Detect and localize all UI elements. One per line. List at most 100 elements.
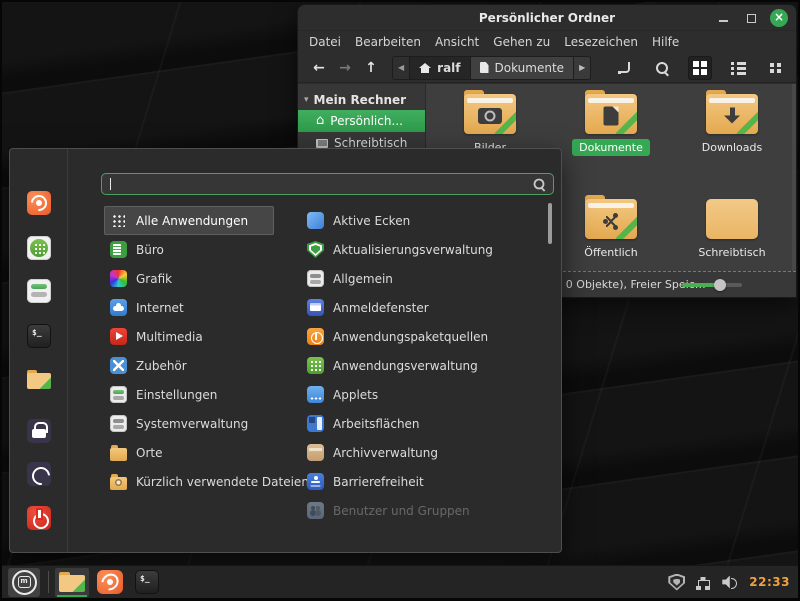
file-öffentlich[interactable]: Öffentlich <box>556 195 666 261</box>
category-einstellungen[interactable]: Einstellungen <box>104 380 274 409</box>
zoom-slider-knob[interactable] <box>714 279 726 291</box>
category-büro[interactable]: Büro <box>104 235 274 264</box>
file-manager-button[interactable] <box>27 366 51 390</box>
sidebar-item-home[interactable]: ⌂ Persönlich... <box>298 110 425 132</box>
category-label: Internet <box>136 301 184 315</box>
search-button[interactable] <box>650 56 674 80</box>
desktop: Persönlicher Ordner × DateiBearbeitenAns… <box>0 0 800 601</box>
file-schreibtisch[interactable]: Schreibtisch <box>677 195 787 261</box>
app-label: Anmeldefenster <box>333 301 429 315</box>
app-barrierefreiheit[interactable]: Barrierefreiheit <box>301 467 551 496</box>
clock[interactable]: 22:33 <box>749 575 790 589</box>
software-manager-app-icon <box>307 357 324 374</box>
compact-view-button[interactable] <box>764 56 788 80</box>
menubar-item-bearbeiten[interactable]: Bearbeiten <box>348 33 428 51</box>
desktop-icon <box>316 139 328 148</box>
titlebar[interactable]: Persönlicher Ordner × <box>298 5 796 31</box>
file-dokumente[interactable]: Dokumente <box>556 90 666 156</box>
forward-button[interactable]: → <box>332 60 358 76</box>
category-label: Kürzlich verwendete Dateien <box>136 475 309 489</box>
firefox-button[interactable] <box>27 191 51 215</box>
category-kürzlich-verwendete-dateien[interactable]: Kürzlich verwendete Dateien <box>104 467 274 496</box>
app-anmeldefenster[interactable]: Anmeldefenster <box>301 293 551 322</box>
breadcrumb-current[interactable]: Dokumente <box>471 57 575 79</box>
category-internet[interactable]: Internet <box>104 293 274 322</box>
app-label: Allgemein <box>333 272 393 286</box>
users-groups-icon <box>307 502 324 519</box>
app-aktualisierungsverwaltung[interactable]: Aktualisierungsverwaltung <box>301 235 551 264</box>
category-systemverwaltung[interactable]: Systemverwaltung <box>104 409 274 438</box>
app-archivverwaltung[interactable]: Archivverwaltung <box>301 438 551 467</box>
file-label: Öffentlich <box>577 244 644 261</box>
document-icon <box>480 62 489 73</box>
edit-location-button[interactable] <box>612 56 636 80</box>
breadcrumb-prev-button[interactable]: ◀ <box>393 57 410 79</box>
minimize-button[interactable] <box>714 9 732 27</box>
all-apps-icon <box>110 212 127 229</box>
folder-icon <box>464 94 516 134</box>
breadcrumb-home[interactable]: ralf <box>410 57 470 79</box>
maximize-button[interactable] <box>742 9 760 27</box>
category-multimedia[interactable]: Multimedia <box>104 322 274 351</box>
expander-icon[interactable]: ▾ <box>304 95 309 105</box>
category-alle-anwendungen[interactable]: Alle Anwendungen <box>104 206 274 235</box>
list-view-icon <box>731 61 746 74</box>
app-label: Arbeitsflächen <box>333 417 420 431</box>
menubar-item-datei[interactable]: Datei <box>302 33 348 51</box>
file-bilder[interactable]: Bilder <box>435 90 545 156</box>
taskbar-firefox-launcher[interactable] <box>93 568 127 597</box>
back-button[interactable]: ← <box>306 60 332 76</box>
app-anwendungspaketquellen[interactable]: Anwendungspaketquellen <box>301 322 551 351</box>
network-icon[interactable] <box>695 574 712 591</box>
menubar-item-hilfe[interactable]: Hilfe <box>645 33 686 51</box>
app-allgemein[interactable]: Allgemein <box>301 264 551 293</box>
app-applets[interactable]: Applets <box>301 380 551 409</box>
app-label: Archivverwaltung <box>333 446 438 460</box>
category-orte[interactable]: Orte <box>104 438 274 467</box>
home-icon <box>419 63 431 73</box>
app-label: Anwendungspaketquellen <box>333 330 488 344</box>
category-zubehör[interactable]: Zubehör <box>104 351 274 380</box>
up-button[interactable]: ↑ <box>358 60 384 76</box>
firefox-icon <box>97 570 123 594</box>
menubar-item-gehen-zu[interactable]: Gehen zu <box>486 33 557 51</box>
menu-search-input[interactable] <box>102 174 553 194</box>
file-downloads[interactable]: Downloads <box>677 90 787 156</box>
menubar-item-ansicht[interactable]: Ansicht <box>428 33 486 51</box>
update-manager-icon <box>307 241 324 258</box>
category-label: Orte <box>136 446 162 460</box>
search-icon <box>655 61 669 75</box>
category-label: Systemverwaltung <box>136 417 248 431</box>
app-arbeitsflächen[interactable]: Arbeitsflächen <box>301 409 551 438</box>
system-settings-button[interactable] <box>27 279 51 303</box>
icon-view-button[interactable] <box>688 56 712 80</box>
zoom-slider[interactable] <box>682 283 742 287</box>
breadcrumb-next-button[interactable]: ▶ <box>574 57 590 79</box>
list-view-button[interactable] <box>726 56 750 80</box>
office-icon <box>110 241 127 258</box>
sidebar-section-computer[interactable]: ▾ Mein Rechner <box>298 90 425 110</box>
shutdown-button[interactable] <box>27 506 51 530</box>
volume-icon[interactable] <box>722 574 739 591</box>
app-benutzer-und-gruppen[interactable]: Benutzer und Gruppen <box>301 496 551 525</box>
menubar: DateiBearbeitenAnsichtGehen zuLesezeiche… <box>298 31 796 53</box>
shield-icon[interactable] <box>668 574 685 591</box>
menu-button[interactable]: m <box>8 568 40 597</box>
app-anwendungsverwaltung[interactable]: Anwendungsverwaltung <box>301 351 551 380</box>
folder-icon <box>585 199 637 239</box>
accessories-icon <box>110 357 127 374</box>
taskbar-files-window[interactable] <box>55 568 89 597</box>
close-button[interactable]: × <box>770 9 788 27</box>
edit-location-icon <box>618 62 631 74</box>
app-aktive-ecken[interactable]: Aktive Ecken <box>301 206 551 235</box>
lock-screen-button[interactable] <box>27 419 51 443</box>
general-icon <box>307 270 324 287</box>
software-manager-button[interactable] <box>27 236 51 260</box>
terminal-button[interactable] <box>27 324 51 348</box>
category-grafik[interactable]: Grafik <box>104 264 274 293</box>
menubar-item-lesezeichen[interactable]: Lesezeichen <box>557 33 645 51</box>
taskbar-terminal-launcher[interactable] <box>131 568 163 597</box>
scrollbar-thumb[interactable] <box>548 203 552 244</box>
logout-button[interactable] <box>27 462 51 486</box>
places-icon <box>110 448 127 461</box>
